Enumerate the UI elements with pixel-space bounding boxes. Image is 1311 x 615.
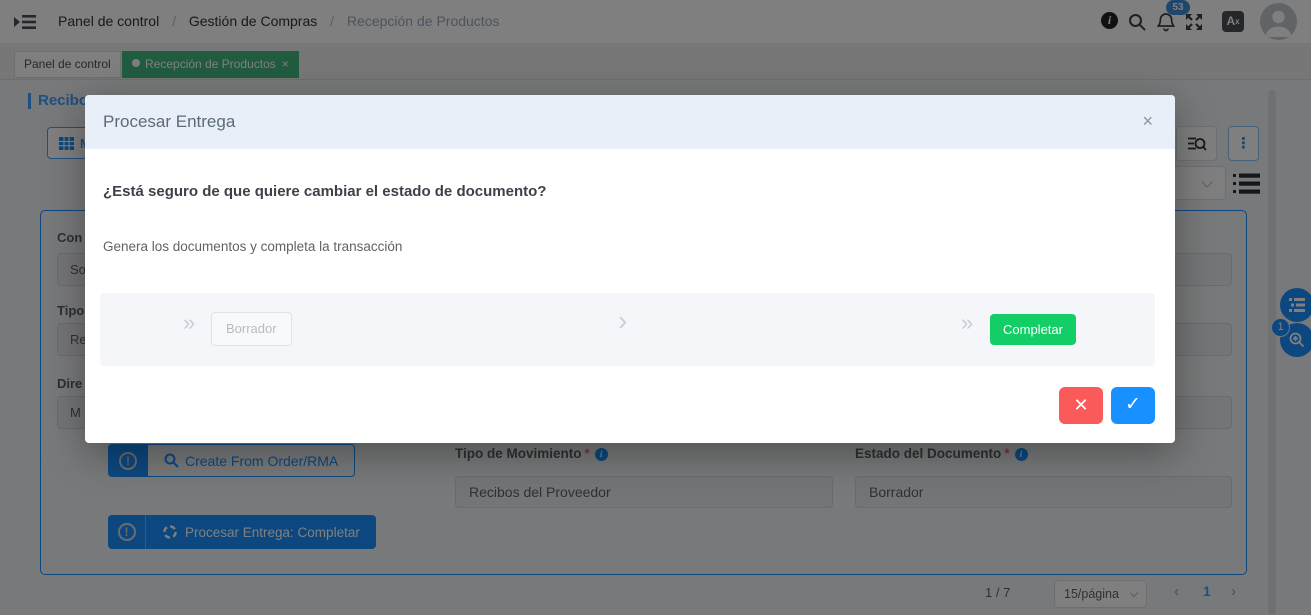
cancel-button[interactable]: ✕ bbox=[1059, 387, 1103, 424]
dialog-title: Procesar Entrega bbox=[103, 95, 235, 149]
process-delivery-dialog: Procesar Entrega × ¿Está seguro de que q… bbox=[85, 95, 1175, 443]
chevron-double-icon: » bbox=[183, 310, 195, 336]
screen: Panel de control / Gestión de Compras / … bbox=[0, 0, 1311, 615]
dialog-question: ¿Está seguro de que quiere cambiar el es… bbox=[103, 183, 546, 200]
workflow-action-completar[interactable]: Completar bbox=[990, 314, 1076, 345]
chevron-double-icon: » bbox=[961, 310, 973, 336]
dialog-description: Genera los documentos y completa la tran… bbox=[103, 239, 402, 254]
close-icon[interactable]: × bbox=[1142, 112, 1153, 130]
workflow-strip: » Borrador › » Completar bbox=[100, 293, 1155, 366]
confirm-button[interactable]: ✓ bbox=[1111, 387, 1155, 424]
chevron-right-icon: › bbox=[618, 305, 627, 337]
dialog-header: Procesar Entrega × bbox=[85, 95, 1175, 149]
workflow-state-borrador[interactable]: Borrador bbox=[211, 312, 292, 346]
